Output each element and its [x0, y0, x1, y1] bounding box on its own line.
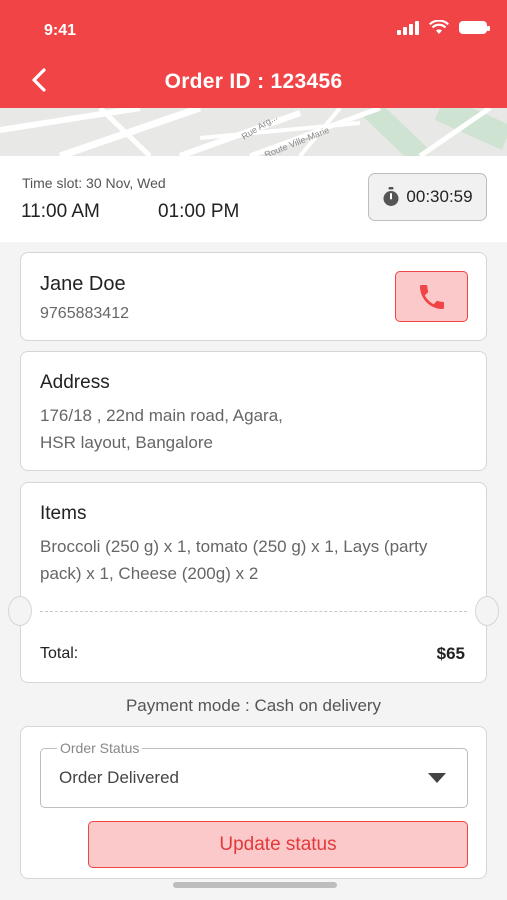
address-heading: Address — [40, 372, 110, 393]
customer-card: Jane Doe 9765883412 — [20, 252, 487, 341]
home-indicator[interactable] — [173, 882, 337, 888]
items-line-1: Broccoli (250 g) x 1, tomato (250 g) x 1… — [40, 537, 428, 556]
timer-value: 00:30:59 — [406, 187, 473, 206]
map-streets: Rue Arg... Route Ville-Marie — [0, 108, 507, 156]
order-status-card: Order Status Order Delivered Update stat… — [20, 726, 487, 879]
time-slot-label: Time slot: 30 Nov, Wed — [22, 175, 166, 191]
ticket-notch-left — [8, 596, 32, 626]
battery-icon — [459, 21, 490, 34]
page-title: Order ID : 123456 — [164, 70, 343, 93]
time-slot-start: 11:00 AM — [21, 201, 100, 222]
app-header: 9:41 Order ID : 123456 — [0, 0, 507, 108]
items-heading: Items — [40, 503, 87, 524]
order-status-select[interactable]: Order Status Order Delivered — [40, 740, 468, 808]
phone-icon — [419, 284, 444, 309]
map-preview[interactable]: Rue Arg... Route Ville-Marie — [0, 108, 507, 156]
items-line-2: pack) x 1, Cheese (200g) x 2 — [40, 564, 259, 583]
address-line-1: 176/18 , 22nd main road, Agara, — [40, 406, 283, 425]
status-bar-icons — [397, 20, 490, 35]
dropdown-arrow-icon — [428, 773, 446, 783]
payment-mode: Payment mode : Cash on delivery — [125, 696, 382, 715]
time-slot-section: Time slot: 30 Nov, Wed 11:00 AM 01:00 PM… — [0, 156, 507, 242]
ticket-notch-right — [475, 596, 499, 626]
address-line-2: HSR layout, Bangalore — [40, 433, 213, 452]
customer-name: Jane Doe — [40, 273, 126, 295]
stopwatch-icon — [383, 187, 399, 206]
items-card: Items Broccoli (250 g) x 1, tomato (250 … — [8, 482, 499, 683]
total-label: Total: — [40, 645, 79, 662]
status-bar-time: 9:41 — [44, 22, 77, 39]
time-slot-end: 01:00 PM — [158, 201, 240, 222]
wifi-icon — [429, 20, 449, 34]
order-status-value: Order Delivered — [59, 768, 179, 787]
update-status-button[interactable]: Update status — [88, 821, 468, 868]
order-status-legend: Order Status — [57, 740, 143, 756]
address-card: Address 176/18 , 22nd main road, Agara, … — [20, 351, 487, 471]
countdown-timer: 00:30:59 — [368, 173, 487, 221]
call-customer-button[interactable] — [395, 271, 468, 322]
customer-phone: 9765883412 — [40, 305, 129, 322]
total-value: $65 — [436, 644, 465, 663]
cellular-signal-icon — [397, 20, 419, 35]
items-divider — [40, 611, 467, 612]
